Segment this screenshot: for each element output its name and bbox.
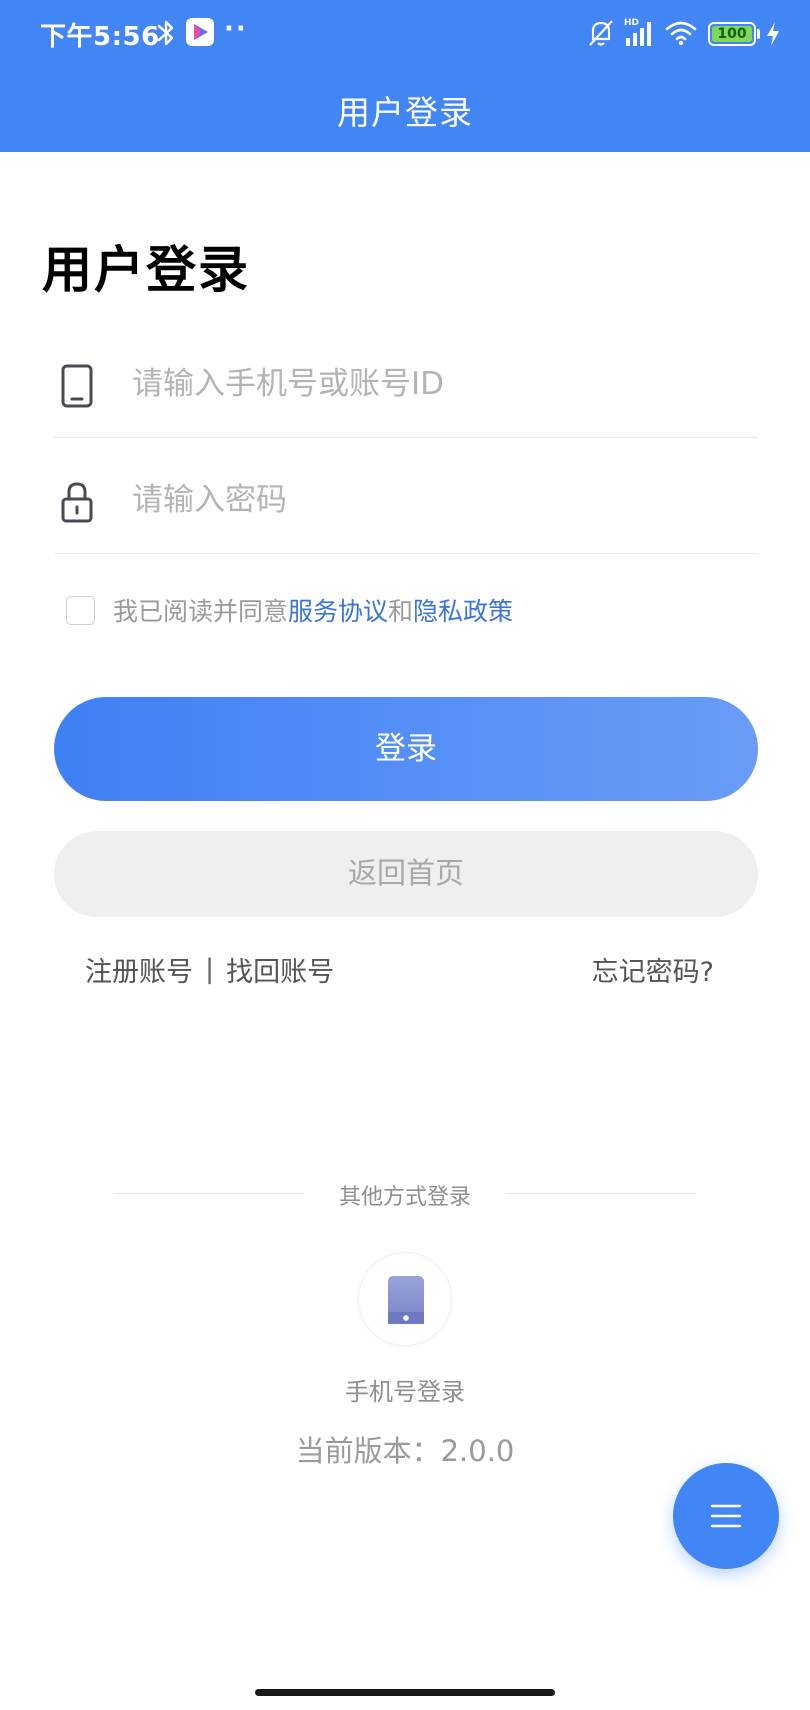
- status-time: 下午5:56: [40, 22, 160, 52]
- bluetooth-icon: [157, 20, 174, 46]
- more-notifications-dots: ··: [224, 14, 248, 44]
- other-login-divider-text: 其他方式登录: [338, 1185, 471, 1210]
- charging-icon: [767, 22, 779, 46]
- svg-text:HD: HD: [624, 18, 639, 28]
- app-header: 下午5:56 ·· HD 100 用户登录: [0, 0, 810, 152]
- page-title: 用户登录: [42, 241, 250, 299]
- lock-icon: [61, 482, 93, 523]
- agreement-checkbox[interactable]: [66, 595, 95, 625]
- account-links: 注册账号 | 找回账号: [85, 950, 334, 989]
- account-input[interactable]: [132, 356, 732, 412]
- agreement-prefix: 我已阅读并同意: [113, 597, 289, 626]
- status-bar: 下午5:56 ·· HD 100: [0, 0, 810, 68]
- agreement-row: 我已阅读并同意 服务协议 和 隐私政策: [66, 592, 513, 628]
- agreement-connector: 和: [388, 597, 414, 626]
- bell-muted-icon: [589, 20, 613, 46]
- privacy-policy-link[interactable]: 隐私政策: [413, 592, 513, 628]
- account-field: [54, 328, 758, 438]
- app-notification-icon: [186, 18, 214, 46]
- menu-fab-button[interactable]: [673, 1463, 779, 1569]
- phone-login-label: 手机号登录: [345, 1378, 465, 1406]
- home-indicator[interactable]: [255, 1689, 555, 1696]
- divider-right: [506, 1193, 696, 1194]
- login-button[interactable]: 登录: [54, 697, 758, 801]
- version-text: 当前版本：2.0.0: [295, 1434, 515, 1468]
- recover-account-link[interactable]: 找回账号: [226, 950, 334, 989]
- battery-tip: [757, 29, 760, 39]
- nav-title: 用户登录: [337, 93, 473, 132]
- forgot-password-link[interactable]: 忘记密码?: [592, 950, 714, 989]
- password-input[interactable]: [132, 472, 732, 528]
- phone-login-button[interactable]: [358, 1252, 452, 1346]
- service-agreement-link[interactable]: 服务协议: [288, 592, 388, 628]
- menu-icon: [710, 1504, 742, 1528]
- battery-level: 100: [712, 26, 752, 42]
- phone-icon: [61, 364, 93, 408]
- tablet-icon: [388, 1276, 424, 1324]
- back-home-button[interactable]: 返回首页: [54, 831, 758, 917]
- register-link[interactable]: 注册账号: [85, 950, 193, 989]
- battery-indicator: 100: [708, 22, 756, 46]
- password-field: [54, 444, 758, 554]
- links-separator: |: [205, 954, 215, 985]
- wifi-icon: [665, 21, 697, 46]
- signal-icon: HD: [624, 18, 651, 46]
